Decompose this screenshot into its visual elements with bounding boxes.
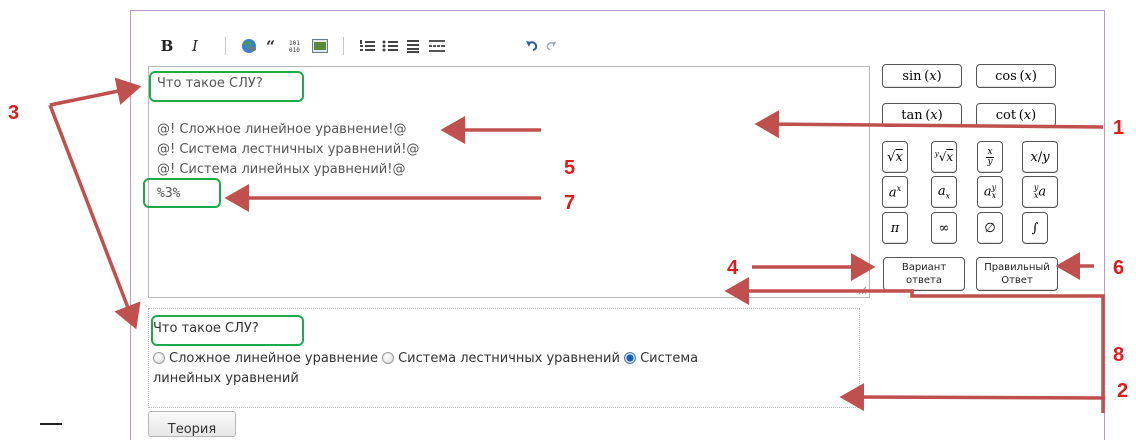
annotation-8: 8 xyxy=(1113,344,1125,366)
divider xyxy=(40,423,62,425)
annotation-2: 2 xyxy=(1117,380,1129,402)
annotation-4: 4 xyxy=(727,257,739,279)
arrow-1 xyxy=(754,110,1104,139)
arrow-3b xyxy=(48,104,141,330)
arrow-2 xyxy=(839,383,1106,412)
annotation-7: 7 xyxy=(564,192,576,214)
annotation-3: 3 xyxy=(8,102,20,124)
annotation-arrows xyxy=(48,77,1106,413)
arrow-3a xyxy=(49,77,142,107)
arrow-8 xyxy=(724,277,1105,413)
annotation-6: 6 xyxy=(1113,257,1125,279)
annotation-1: 1 xyxy=(1113,117,1125,139)
annotation-5: 5 xyxy=(564,157,576,179)
